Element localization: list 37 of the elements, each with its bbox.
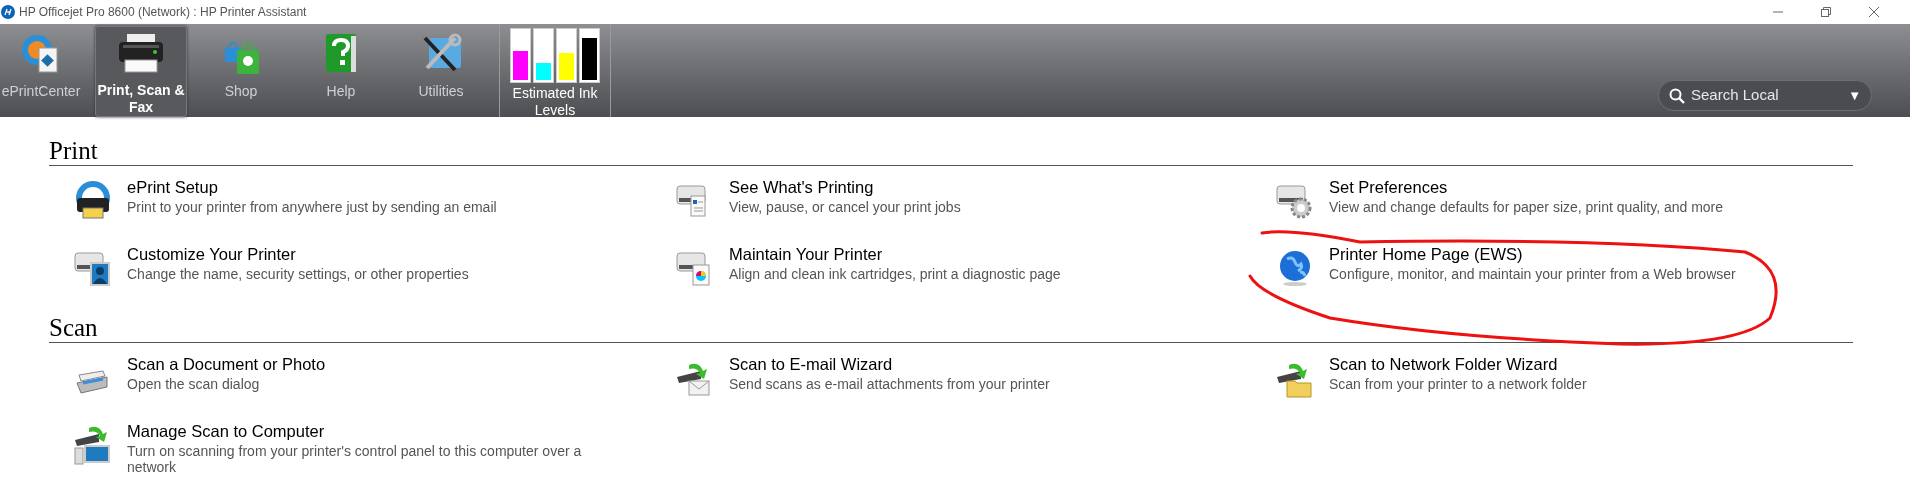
item-description: Align and clean ink cartridges, print a diagnostic page [729,266,1062,282]
item-title[interactable]: Printer Home Page (EWS) [1329,245,1809,264]
item-title[interactable]: Scan to Network Folder Wizard [1329,355,1809,374]
item-description: Change the name, security settings, or other properties [127,266,470,282]
item-description: Scan from your printer to a network folder [1329,376,1588,392]
printer-icon [117,31,165,76]
item-description: Print to your printer from anywhere just by sending an email [127,199,498,215]
item-description: View and change defaults for paper size, print quality, and more [1329,199,1725,215]
scanner-computer-icon[interactable] [73,424,113,466]
item-title[interactable]: Scan a Document or Photo [127,355,607,374]
item-title[interactable]: Maintain Your Printer [729,245,1209,264]
item-description: Send scans as e-mail attachments from your printer [729,376,1051,392]
toolbar-tab[interactable]: Shop [195,26,287,117]
item-title[interactable]: See What's Printing [729,178,1209,197]
restore-icon[interactable] [1820,6,1832,18]
toolbar-tab[interactable]: Print, Scan & Fax [95,26,187,117]
printer-wireless-icon[interactable] [73,180,113,222]
item-description: View, pause, or cancel your print jobs [729,199,962,215]
dropdown-arrow[interactable]: ▼ [1848,85,1861,106]
ink-levels-label[interactable]: Estimated Ink Levels [503,85,607,119]
toolbar-tab[interactable]: ePrintCenter [0,26,87,117]
toolbar-tab[interactable]: Utilities [395,26,487,117]
item-title[interactable]: Manage Scan to Computer [127,422,607,441]
item-title[interactable]: Set Preferences [1329,178,1809,197]
item-description: Configure, monitor, and maintain your printer from a Web browser [1329,266,1737,282]
search-icon [1669,87,1685,104]
close-icon[interactable] [1868,6,1880,18]
item-description: Turn on scanning from your printer's control panel to this computer over a network [127,443,583,475]
item-title[interactable]: Scan to E-mail Wizard [729,355,1209,374]
section-heading: Scan [49,314,99,342]
search-field[interactable]: Search Local ▼ [1658,80,1872,111]
item-title[interactable]: Customize Your Printer [127,245,607,264]
section-heading: Print [49,137,99,165]
item-description: Open the scan dialog [127,376,261,392]
toolbar-tab[interactable]: Help [295,26,387,117]
item-title[interactable]: ePrint Setup [127,178,607,197]
window-title: HP Officejet Pro 8600 (Network) : HP Printer Assistant [19,4,307,21]
